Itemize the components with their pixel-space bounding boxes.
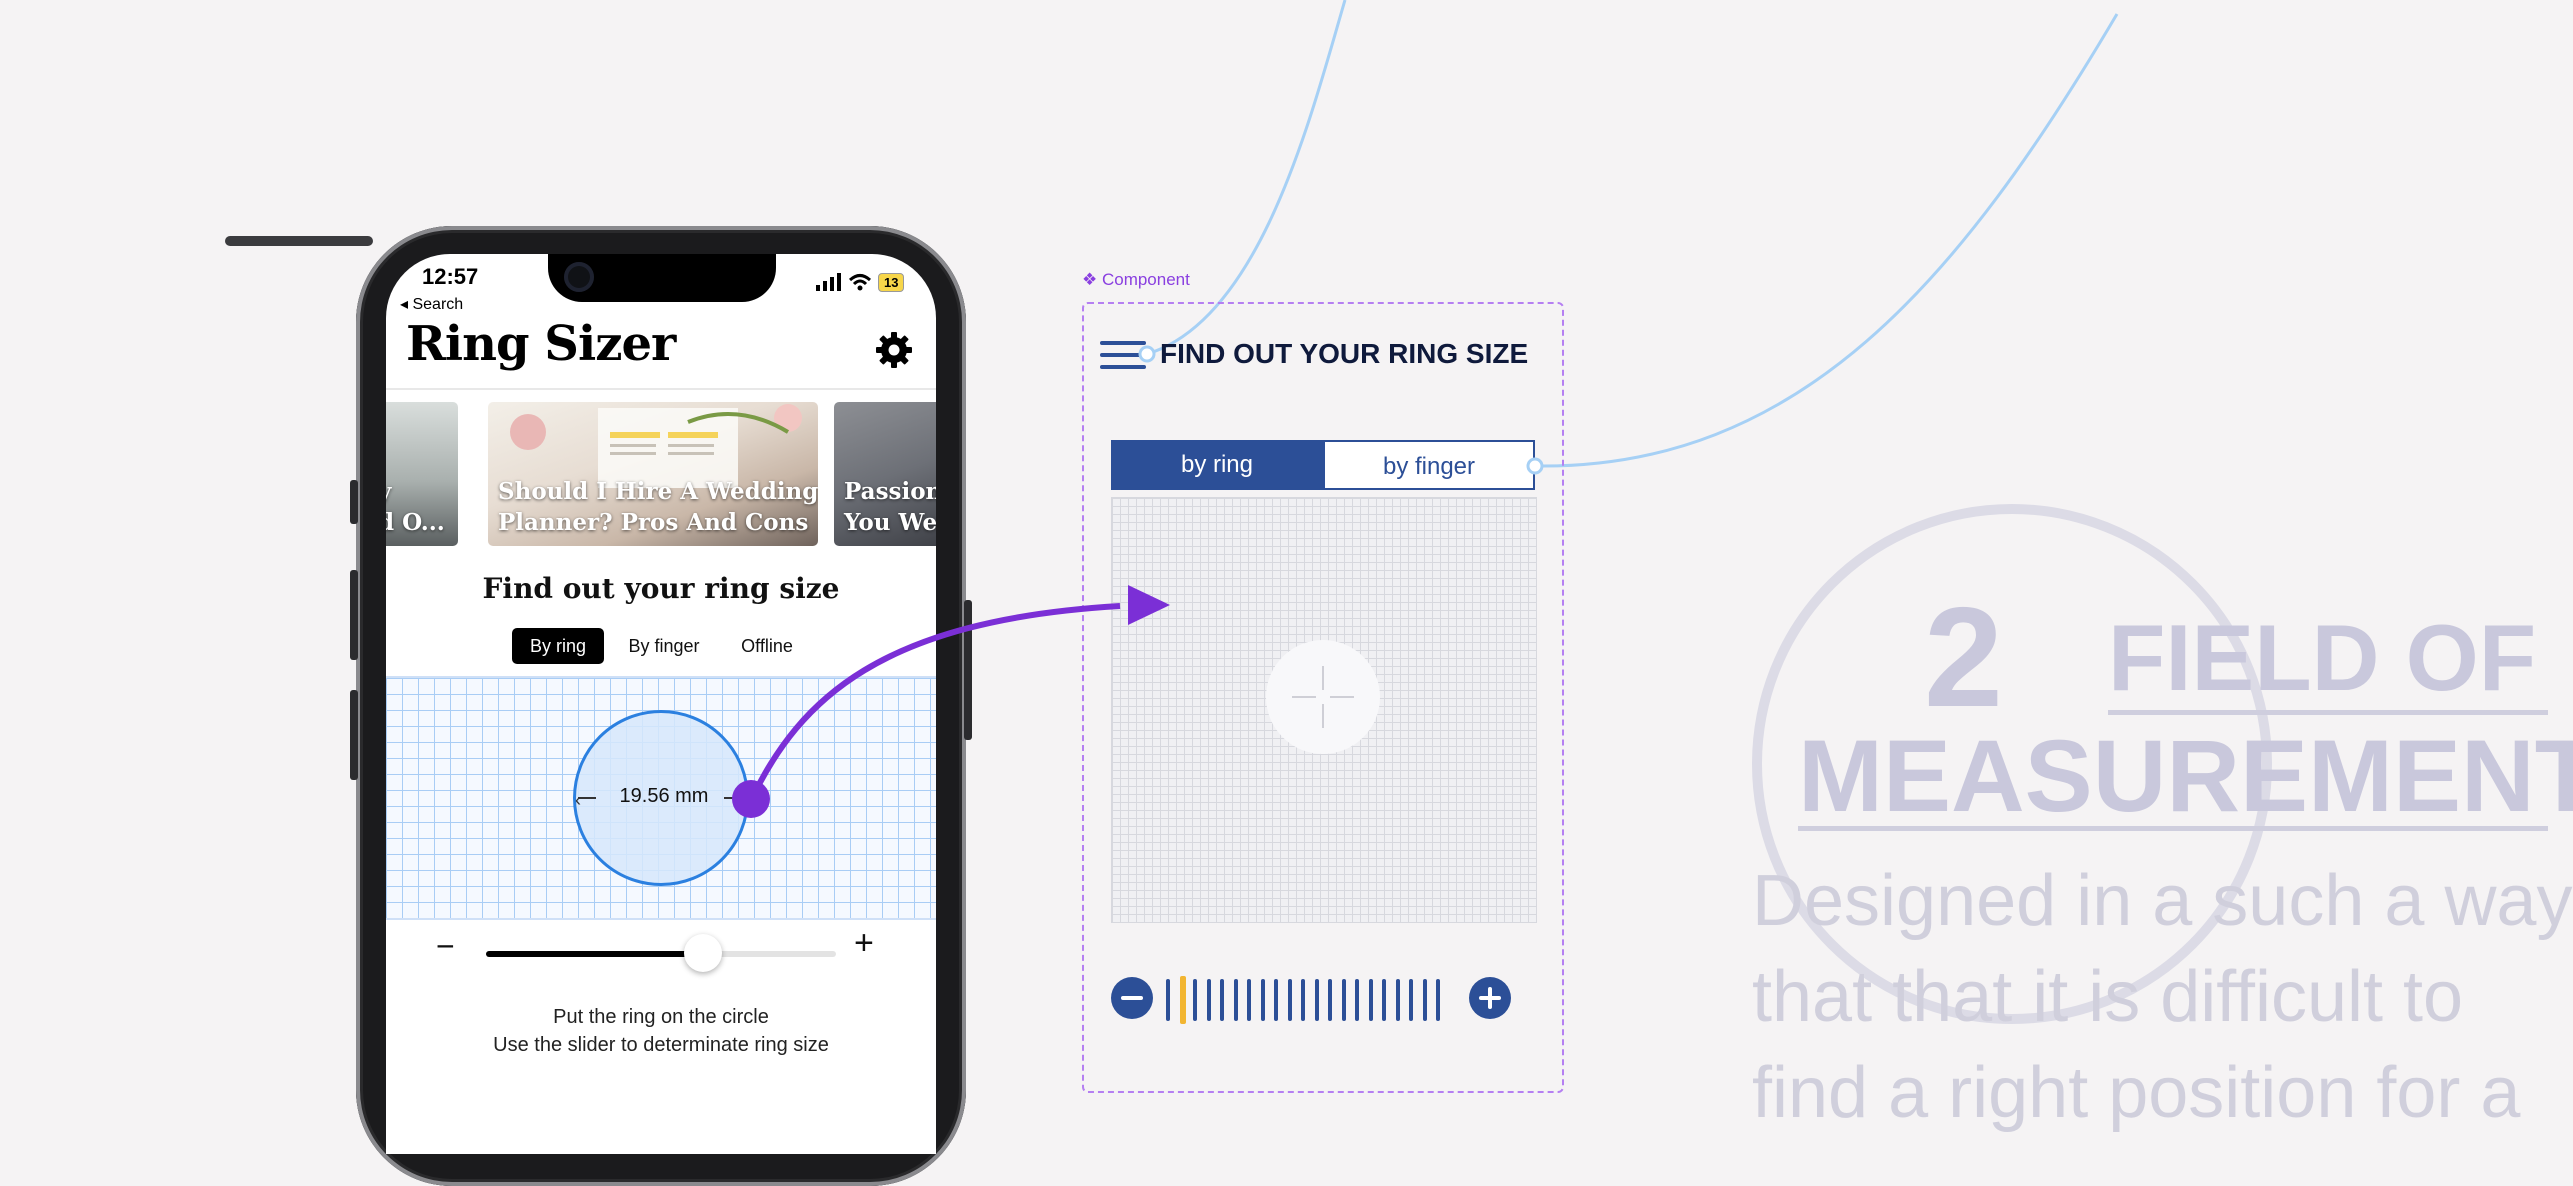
prototype-flow-arrow — [732, 345, 1544, 818]
